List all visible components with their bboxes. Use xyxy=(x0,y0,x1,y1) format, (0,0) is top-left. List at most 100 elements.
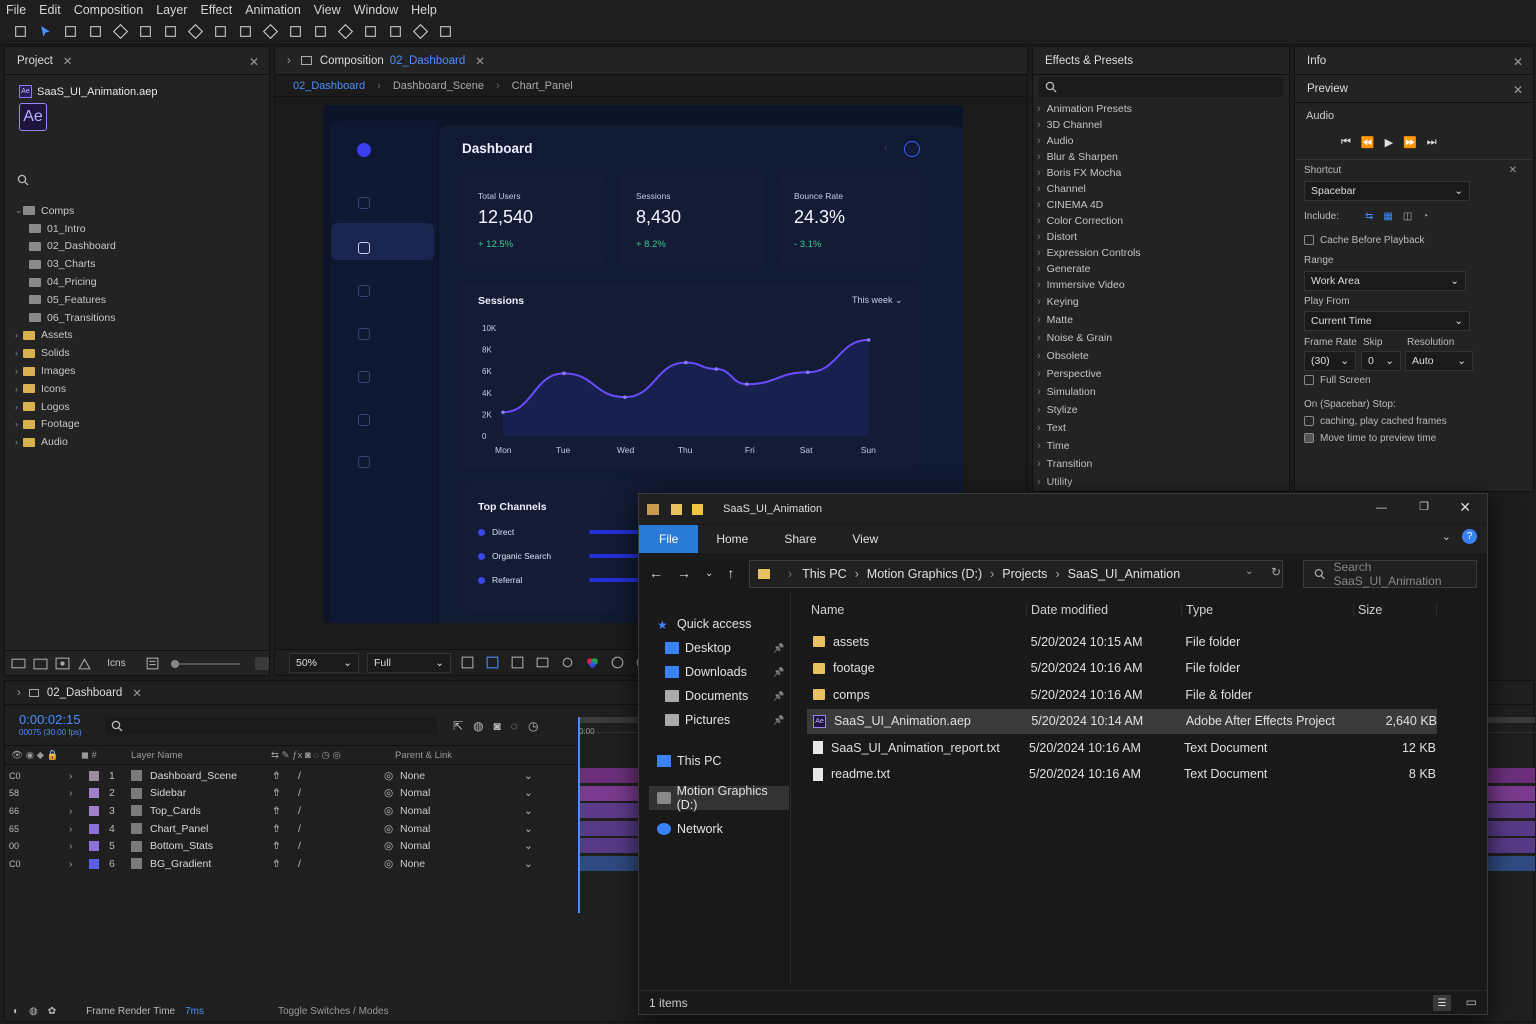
layer-name[interactable]: Sidebar xyxy=(150,787,272,799)
nav-item[interactable]: Network xyxy=(657,822,723,836)
effect-category[interactable]: Perspective xyxy=(1037,365,1285,383)
layer-name-header[interactable]: Layer Name xyxy=(131,750,271,761)
show-snapshot-icon[interactable] xyxy=(559,654,576,671)
address-bar[interactable]: › This PC › Motion Graphics (D:) › Projects › S… xyxy=(749,560,1283,588)
project-comp[interactable]: 02_Dashboard xyxy=(11,238,261,256)
back-arrow-icon[interactable]: ← xyxy=(649,565,663,581)
parent-pickwhip-icon[interactable]: ◎ xyxy=(384,805,400,817)
last-frame-icon[interactable]: ⏭ xyxy=(1427,136,1437,149)
quality-switch-icon[interactable]: / xyxy=(298,787,384,799)
effect-category[interactable]: Blur & Sharpen xyxy=(1037,149,1285,165)
stop-option-1[interactable]: caching, play cached frames xyxy=(1304,416,1447,427)
nav-item[interactable]: ★ Quick access xyxy=(657,617,751,632)
path-segment[interactable]: Motion Graphics (D:) xyxy=(867,567,982,581)
close-icon[interactable]: ✕ xyxy=(63,54,73,68)
quality-switch-icon[interactable]: / xyxy=(298,840,384,852)
pin-icon[interactable]: 📌 xyxy=(773,715,784,726)
thumbnail-slider[interactable] xyxy=(170,659,240,668)
puppet-advanced-icon[interactable] xyxy=(412,23,429,40)
effect-category[interactable]: Transition xyxy=(1037,455,1285,473)
label-color-swatch[interactable] xyxy=(89,770,99,781)
large-icons-view-icon[interactable]: ▭ xyxy=(1466,995,1477,1009)
file-row[interactable]: readme.txt 5/20/2024 10:16 AM Text Documen… xyxy=(807,762,1437,787)
composition-tab[interactable]: › Composition 02_Dashboard ✕ xyxy=(275,47,1027,75)
color-management-icon[interactable] xyxy=(609,654,626,671)
file-row[interactable]: footage 5/20/2024 10:16 AM File folder xyxy=(807,656,1437,681)
mask-visibility-icon[interactable] xyxy=(509,654,526,671)
layer-row[interactable]: 66 › 3 Top_Cards ⇮ / ◎ Nomal ⌄ xyxy=(5,802,575,820)
minimize-button[interactable]: — xyxy=(1376,502,1387,514)
current-time[interactable]: 0:00:02:15 xyxy=(19,712,80,727)
clone-stamp-icon[interactable] xyxy=(312,23,329,40)
close-icon[interactable]: ✕ xyxy=(1509,165,1517,176)
effects-tab[interactable]: Effects & Presets xyxy=(1033,47,1289,75)
timeline-search[interactable] xyxy=(105,717,437,735)
render-icon[interactable]: ◐ xyxy=(13,1006,19,1017)
window-close-button[interactable]: ✕ xyxy=(1459,499,1471,516)
project-folder[interactable]: › Assets xyxy=(11,327,261,345)
address-dropdown-icon[interactable]: ⌄ xyxy=(1245,566,1253,577)
frame-blending-icon[interactable]: ◌ xyxy=(511,719,518,733)
nav-item[interactable]: Downloads 📌 xyxy=(665,665,785,679)
expand-chevron-icon[interactable]: › xyxy=(69,770,89,782)
dropdown-chevron-icon[interactable]: ⌄ xyxy=(524,805,533,817)
file-row[interactable]: assets 5/20/2024 10:15 AM File folder xyxy=(807,629,1437,654)
effect-category[interactable]: Keying xyxy=(1037,293,1285,311)
expand-chevron-icon[interactable]: › xyxy=(69,840,89,852)
effect-category[interactable]: Color Correction xyxy=(1037,213,1285,229)
layer-name[interactable]: Chart_Panel xyxy=(150,823,272,835)
shy-switch-icon[interactable]: ⇮ xyxy=(272,787,298,799)
dropdown-chevron-icon[interactable]: ⌄ xyxy=(524,787,533,799)
project-comp[interactable]: 01_Intro xyxy=(11,220,261,238)
mask-tool-icon[interactable] xyxy=(212,23,229,40)
menu-file[interactable]: File xyxy=(6,3,26,17)
expand-chevron-icon[interactable]: › xyxy=(69,805,89,817)
fullscreen-checkbox-row[interactable]: Full Screen xyxy=(1304,375,1371,386)
zoom-tool-icon[interactable] xyxy=(62,23,79,40)
range-select[interactable]: Work Area ⌄ xyxy=(1304,271,1466,291)
roto-brush-icon[interactable] xyxy=(362,23,379,40)
effect-category[interactable]: Obsolete xyxy=(1037,347,1285,365)
parent-pickwhip-icon[interactable]: ◎ xyxy=(384,858,400,870)
file-row[interactable]: Ae SaaS_UI_Animation.aep 5/20/2024 10:14 A… xyxy=(807,708,1437,734)
pen-tool-icon[interactable] xyxy=(237,23,254,40)
motion-blur-icon[interactable]: ◷ xyxy=(528,719,538,733)
ribbon-tab-view[interactable]: View xyxy=(834,525,896,553)
breadcrumb-item[interactable]: Chart_Panel xyxy=(512,80,573,92)
effect-category[interactable]: Simulation xyxy=(1037,383,1285,401)
shy-switch-icon[interactable]: ⇮ xyxy=(272,840,298,852)
preview-tab[interactable]: Preview xyxy=(1295,75,1533,103)
play-icon[interactable]: ▶ xyxy=(1385,136,1393,149)
project-comp[interactable]: 05_Features xyxy=(11,291,261,309)
shy-switch-icon[interactable]: ⇮ xyxy=(272,858,298,870)
breadcrumb-item[interactable]: Dashboard_Scene xyxy=(393,80,484,92)
dolly-tool-icon[interactable] xyxy=(137,23,154,40)
ribbon-tab-home[interactable]: Home xyxy=(698,525,766,553)
menu-composition[interactable]: Composition xyxy=(74,3,143,17)
skip-select[interactable]: 0 ⌄ xyxy=(1361,351,1401,371)
include-layer-controls-icon[interactable]: ◔ xyxy=(1422,211,1428,222)
effect-category[interactable]: Stylize xyxy=(1037,401,1285,419)
recent-dropdown-icon[interactable]: ⌄ xyxy=(705,568,713,579)
project-folder[interactable]: › Audio xyxy=(11,433,261,451)
quick-properties-icon[interactable] xyxy=(671,503,682,515)
layer-row[interactable]: C0 › 6 BG_Gradient ⇮ / ◎ None ⌄ xyxy=(5,855,575,873)
label-color-swatch[interactable] xyxy=(89,805,99,816)
up-arrow-icon[interactable]: ↑ xyxy=(727,565,734,581)
menu-effect[interactable]: Effect xyxy=(200,3,232,17)
project-settings-icon[interactable] xyxy=(77,655,92,672)
shy-layers-icon[interactable]: ◙ xyxy=(494,719,501,733)
close-icon[interactable]: ✕ xyxy=(1513,55,1523,69)
effect-category[interactable]: Audio xyxy=(1037,133,1285,149)
refresh-icon[interactable]: ↻ xyxy=(1271,565,1281,579)
new-comp-icon[interactable] xyxy=(55,655,70,672)
frame-rate-select[interactable]: (30) ⌄ xyxy=(1304,351,1356,371)
column-header-name[interactable]: Name xyxy=(807,603,1027,617)
close-icon[interactable]: ✕ xyxy=(132,686,142,700)
panel-menu-icon[interactable]: › xyxy=(287,55,291,67)
search-box[interactable]: Search SaaS_UI_Animation xyxy=(1303,560,1477,588)
breadcrumb-item[interactable]: 02_Dashboard xyxy=(293,80,365,92)
resolution-select[interactable]: Auto ⌄ xyxy=(1405,351,1473,371)
dropdown-chevron-icon[interactable]: ⌄ xyxy=(524,858,533,870)
effect-category[interactable]: Immersive Video xyxy=(1037,277,1285,293)
